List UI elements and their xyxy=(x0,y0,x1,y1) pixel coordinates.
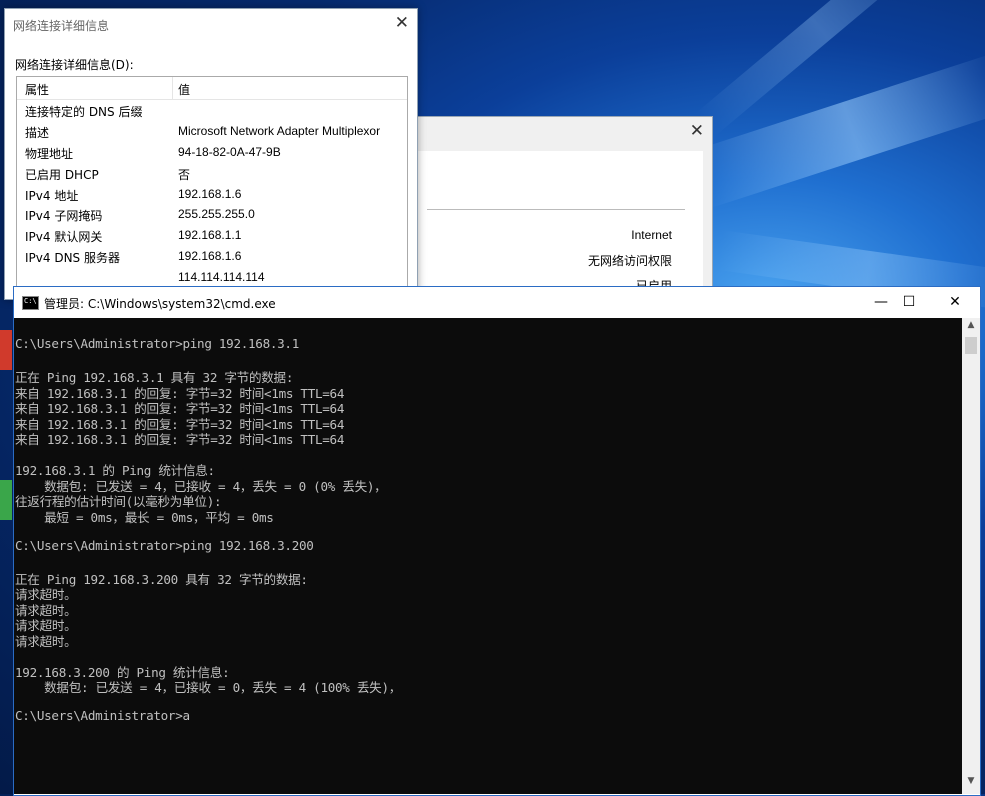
value-cell: 192.168.1.6 xyxy=(178,249,242,263)
console-line: 正在 Ping 192.168.3.200 具有 32 字节的数据: xyxy=(15,572,308,587)
console-line: C:\Users\Administrator>ping 192.168.3.1 xyxy=(15,336,300,351)
console-line: 请求超时。 xyxy=(15,634,77,649)
column-header-property[interactable]: 属性 xyxy=(25,81,49,98)
vertical-scrollbar[interactable]: ▲ ▼ xyxy=(962,318,980,794)
table-row[interactable]: 114.114.114.114 xyxy=(17,267,407,287)
table-row[interactable]: IPv4 子网掩码 255.255.255.0 xyxy=(17,204,407,224)
console-line: 来自 192.168.3.1 的回复: 字节=32 时间<1ms TTL=64 xyxy=(15,432,345,447)
table-row[interactable]: 连接特定的 DNS 后缀 xyxy=(17,100,407,120)
value-cell: 114.114.114.114 xyxy=(178,270,265,284)
console-line: 192.168.3.1 的 Ping 统计信息: xyxy=(15,463,215,478)
console-line: 正在 Ping 192.168.3.1 具有 32 字节的数据: xyxy=(15,370,294,385)
property-cell: 描述 xyxy=(25,126,50,140)
close-icon[interactable]: ✕ xyxy=(395,13,409,33)
close-icon[interactable]: ✕ xyxy=(690,121,704,141)
desktop-icon[interactable] xyxy=(0,330,12,370)
scrollbar-thumb[interactable] xyxy=(965,337,977,354)
ipv6-connectivity-value: 无网络访问权限 xyxy=(587,254,672,268)
console-line: 最短 = 0ms，最长 = 0ms，平均 = 0ms xyxy=(15,510,274,525)
details-list[interactable]: 属性 值 连接特定的 DNS 后缀 描述 Microsoft Network A… xyxy=(16,76,408,303)
property-cell: IPv4 地址 xyxy=(25,189,79,203)
console-icon[interactable]: C:\ xyxy=(22,296,39,310)
value-cell: Microsoft Network Adapter Multiplexor xyxy=(178,124,381,138)
value-cell: 192.168.1.1 xyxy=(178,228,242,242)
console-line: 请求超时。 xyxy=(15,618,77,633)
value-cell: 255.255.255.0 xyxy=(178,207,255,221)
console-line: 往返行程的估计时间(以毫秒为单位): xyxy=(15,494,222,509)
console-line: 192.168.3.200 的 Ping 统计信息: xyxy=(15,665,230,680)
property-cell: IPv4 子网掩码 xyxy=(25,209,103,223)
table-row[interactable]: IPv4 默认网关 192.168.1.1 xyxy=(17,225,407,245)
divider xyxy=(427,209,685,210)
console-line: C:\Users\Administrator>a xyxy=(15,708,190,723)
details-list-label: 网络连接详细信息(D): xyxy=(15,58,134,72)
scroll-down-icon[interactable]: ▼ xyxy=(962,776,980,792)
console-output[interactable]: C:\Users\Administrator>ping 192.168.3.1 … xyxy=(14,318,962,794)
column-divider[interactable] xyxy=(172,77,173,99)
console-line: 数据包: 已发送 = 4，已接收 = 4，丢失 = 0 (0% 丢失)， xyxy=(15,479,387,494)
console-line: 来自 192.168.3.1 的回复: 字节=32 时间<1ms TTL=64 xyxy=(15,417,345,432)
desktop-icon[interactable] xyxy=(0,480,12,520)
console-line: 来自 192.168.3.1 的回复: 字节=32 时间<1ms TTL=64 xyxy=(15,401,345,416)
table-row[interactable]: 已启用 DHCP 否 xyxy=(17,163,407,183)
cmd-window: C:\ 管理员: C:\Windows\system32\cmd.exe — ☐… xyxy=(13,286,981,796)
value-cell: 否 xyxy=(178,168,191,182)
console-line: 请求超时。 xyxy=(15,587,77,602)
ipv4-connectivity-value: Internet xyxy=(631,228,672,242)
value-cell: 192.168.1.6 xyxy=(178,187,242,201)
wallpaper-light-beam xyxy=(690,52,985,209)
cmd-title-bar[interactable]: C:\ 管理员: C:\Windows\system32\cmd.exe — ☐… xyxy=(14,287,980,318)
console-line: C:\Users\Administrator>ping 192.168.3.20… xyxy=(15,538,314,553)
table-row[interactable]: 描述 Microsoft Network Adapter Multiplexor xyxy=(17,121,407,141)
maximize-button[interactable]: ☐ xyxy=(889,291,929,313)
property-cell: IPv4 默认网关 xyxy=(25,230,103,244)
network-connection-details-dialog: 网络连接详细信息 ✕ 网络连接详细信息(D): 属性 值 连接特定的 DNS 后… xyxy=(4,8,418,303)
table-row[interactable]: IPv4 DNS 服务器 192.168.1.6 xyxy=(17,246,407,266)
property-cell: 已启用 DHCP xyxy=(25,168,99,182)
property-cell: 连接特定的 DNS 后缀 xyxy=(25,105,143,119)
console-line: 数据包: 已发送 = 4，已接收 = 0，丢失 = 4 (100% 丢失)， xyxy=(15,680,402,695)
console-line: 来自 192.168.3.1 的回复: 字节=32 时间<1ms TTL=64 xyxy=(15,386,345,401)
console-icon-text: C:\ xyxy=(24,297,37,305)
window-title: 管理员: C:\Windows\system32\cmd.exe xyxy=(44,297,276,311)
dialog-title: 网络连接详细信息 xyxy=(13,19,110,33)
scroll-up-icon[interactable]: ▲ xyxy=(962,320,980,336)
table-row[interactable]: 物理地址 94-18-82-0A-47-9B xyxy=(17,142,407,162)
table-row[interactable]: IPv4 地址 192.168.1.6 xyxy=(17,184,407,204)
property-cell: IPv4 DNS 服务器 xyxy=(25,251,120,265)
console-line: 请求超时。 xyxy=(15,603,77,618)
list-header: 属性 值 xyxy=(17,77,407,100)
column-header-value[interactable]: 值 xyxy=(178,81,190,98)
close-button[interactable]: ✕ xyxy=(935,291,975,313)
property-cell: 物理地址 xyxy=(25,147,74,161)
value-cell: 94-18-82-0A-47-9B xyxy=(178,145,281,159)
